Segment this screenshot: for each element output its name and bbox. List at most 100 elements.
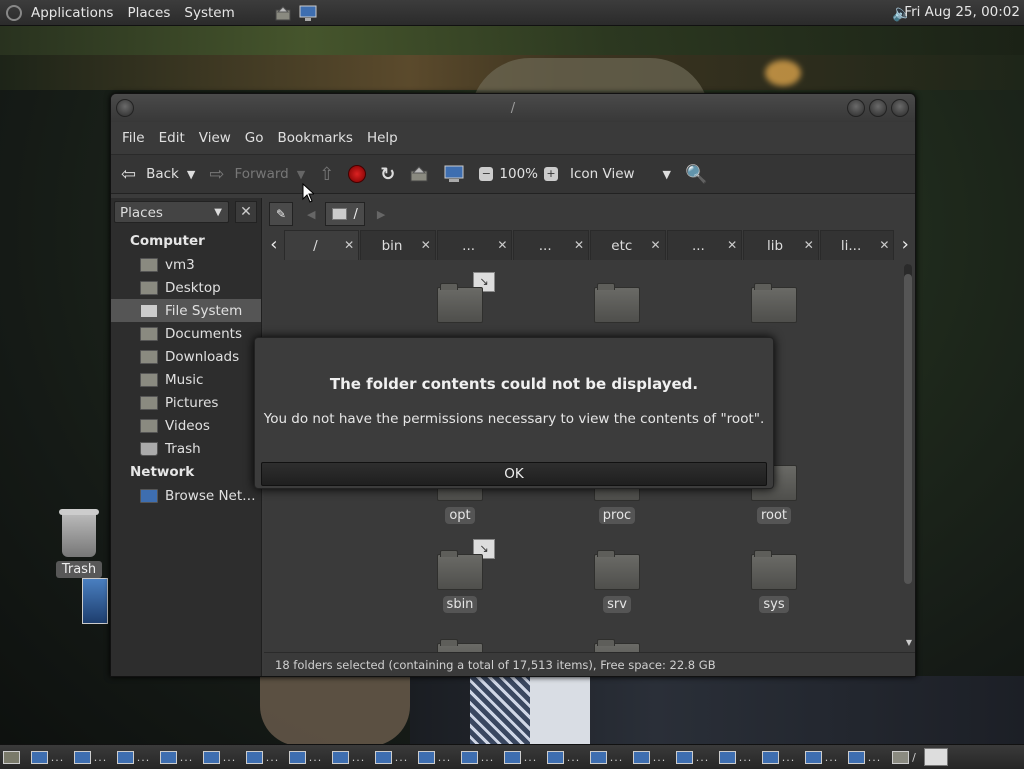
vertical-scrollbar[interactable] [904,264,912,584]
folder-item[interactable]: etc [891,287,904,346]
taskbar-item[interactable]: ... [843,745,886,769]
workspace-switcher[interactable] [924,748,948,766]
taskbar-item[interactable]: ... [327,745,370,769]
forward-button[interactable]: ⇨ Forward ▼ [209,164,305,185]
folder-item[interactable]: run [891,465,904,524]
back-history-dropdown[interactable]: ▼ [187,168,195,181]
menu-view[interactable]: View [192,130,238,146]
stop-button[interactable] [348,165,367,183]
search-button[interactable]: 🔍 [685,164,717,185]
view-mode-select[interactable]: Icon View ▼ [570,166,671,182]
menu-help[interactable]: Help [360,130,405,146]
desktop-trash[interactable]: Trash [56,509,102,578]
path-left-arrow-icon[interactable]: ◀ [307,208,315,221]
folder-item[interactable]: sys [734,550,814,613]
taskbar-item[interactable]: ... [456,745,499,769]
tab-close-icon[interactable]: ✕ [804,238,814,252]
places-menu[interactable]: Places [120,5,177,21]
taskbar-item-active[interactable]: / [886,745,922,769]
reload-button[interactable]: ↻ [380,164,395,185]
clock[interactable]: Fri Aug 25, 00:02 [904,4,1020,20]
forward-history-dropdown[interactable]: ▼ [297,168,305,181]
tab-close-icon[interactable]: ✕ [651,238,661,252]
tab-root[interactable]: / ✕ [283,230,360,260]
computer-button[interactable] [443,164,465,184]
menu-go[interactable]: Go [238,130,271,146]
gnome-foot-icon[interactable] [6,4,22,21]
tab-close-icon[interactable]: ✕ [421,238,431,252]
minimize-button[interactable] [847,99,865,117]
taskbar-item[interactable]: ... [370,745,413,769]
menu-bookmarks[interactable]: Bookmarks [271,130,360,146]
folder-item[interactable] [577,283,657,323]
up-button[interactable]: ⇧ [319,164,334,185]
tab-close-icon[interactable]: ✕ [574,238,584,252]
tab-close-icon[interactable]: ✕ [497,238,507,252]
tab-3[interactable]: ... ✕ [436,230,513,260]
menu-file[interactable]: File [115,130,152,146]
sidebar-close-button[interactable]: ✕ [235,201,257,223]
taskbar-item[interactable]: ... [198,745,241,769]
window-titlebar[interactable]: / [111,94,915,122]
folder-item[interactable] [420,283,500,323]
scroll-down-icon[interactable]: ▼ [906,638,912,647]
tab-etc[interactable]: etc ✕ [590,230,666,260]
sidebar-item-desktop[interactable]: Desktop [111,276,261,299]
tab-scroll-right-icon[interactable]: › [895,230,915,260]
taskbar-item[interactable]: ... [155,745,198,769]
tab-6[interactable]: ... ✕ [666,230,743,260]
sidebar-item-videos[interactable]: Videos [111,414,261,437]
sidebar-item-pictures[interactable]: Pictures [111,391,261,414]
taskbar-item[interactable]: ... [800,745,843,769]
taskbar-item[interactable]: ... [542,745,585,769]
taskbar-item[interactable]: ... [714,745,757,769]
taskbar-item[interactable]: ... [26,745,69,769]
path-right-arrow-icon[interactable]: ▶ [377,208,385,221]
folder-item[interactable]: srv [577,550,657,613]
taskbar-item[interactable]: ... [628,745,671,769]
sidebar-item-downloads[interactable]: Downloads [111,345,261,368]
tab-close-icon[interactable]: ✕ [727,238,737,252]
breadcrumb-root[interactable]: / [325,202,365,226]
location-toggle-button[interactable]: ✎ [269,202,293,226]
taskbar-item[interactable]: ... [284,745,327,769]
tab-close-icon[interactable]: ✕ [879,238,889,252]
sidebar-places-combo[interactable]: Places ▼ [114,201,229,223]
home-folder-icon[interactable] [274,4,292,22]
zoom-out-button[interactable]: − [479,167,494,181]
ok-button[interactable]: OK [261,462,767,486]
taskbar-item[interactable]: ... [499,745,542,769]
taskbar-item[interactable]: ... [585,745,628,769]
sidebar-item-vm3[interactable]: vm3 [111,253,261,276]
tab-lib[interactable]: lib ✕ [743,230,819,260]
tab-4[interactable]: ... ✕ [513,230,589,260]
folder-item[interactable]: tmp [891,554,904,613]
home-button[interactable] [409,165,429,183]
tab-8[interactable]: li... ✕ [819,230,895,260]
taskbar-item[interactable]: ... [413,745,456,769]
tab-close-icon[interactable]: ✕ [344,238,354,252]
tab-scroll-left-icon[interactable]: ‹ [264,230,284,260]
scrollbar-thumb[interactable] [904,274,912,584]
folder-item[interactable]: sbin [420,550,500,613]
sidebar-item-music[interactable]: Music [111,368,261,391]
taskbar-item[interactable]: ... [671,745,714,769]
tab-bin[interactable]: bin ✕ [360,230,436,260]
show-desktop-button[interactable] [0,745,26,769]
back-button[interactable]: ⇦ Back ▼ [121,164,195,185]
sidebar-item-browse-network[interactable]: Browse Net… [111,484,261,507]
taskbar-item[interactable]: ... [112,745,155,769]
taskbar-item[interactable]: ... [757,745,800,769]
computer-icon[interactable] [298,4,317,22]
folder-item[interactable] [734,283,814,323]
folder-item[interactable]: mnt [891,376,904,435]
sidebar-item-file-system[interactable]: File System [111,299,261,322]
desktop-computer-icon[interactable] [82,578,108,624]
zoom-in-button[interactable]: + [544,167,558,181]
taskbar-item[interactable]: ... [69,745,112,769]
sidebar-item-documents[interactable]: Documents [111,322,261,345]
sidebar-item-trash[interactable]: Trash [111,437,261,460]
system-menu[interactable]: System [177,5,241,21]
maximize-button[interactable] [869,99,887,117]
close-button[interactable] [891,99,909,117]
